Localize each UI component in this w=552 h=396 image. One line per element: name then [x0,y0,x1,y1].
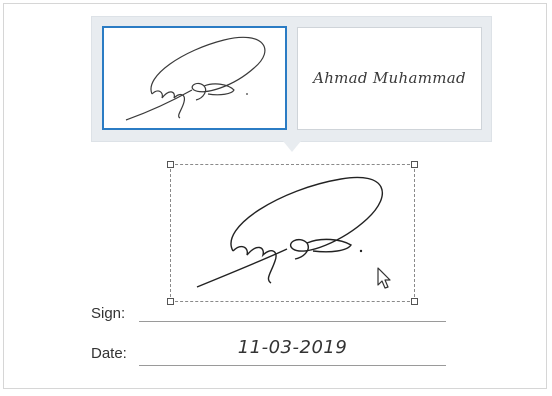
sign-line[interactable] [139,321,446,322]
resize-handle-top-right[interactable] [411,161,418,168]
typed-signature-text: Ahmad Muhammad [313,69,466,87]
sign-label: Sign: [91,305,126,322]
date-line [139,365,446,366]
date-label: Date: [91,345,127,362]
picker-pointer-arrow [283,141,301,152]
drawn-signature-option[interactable] [102,26,287,130]
typed-signature-option[interactable]: Ahmad Muhammad [297,27,482,130]
mouse-pointer-icon [377,267,391,289]
resize-handle-bottom-right[interactable] [411,298,418,305]
signature-picker: Ahmad Muhammad [91,16,492,142]
resize-handle-top-left[interactable] [167,161,174,168]
date-value[interactable]: 11-03-2019 [139,337,446,358]
resize-handle-bottom-left[interactable] [167,298,174,305]
drawn-signature-thumbnail [125,36,266,121]
